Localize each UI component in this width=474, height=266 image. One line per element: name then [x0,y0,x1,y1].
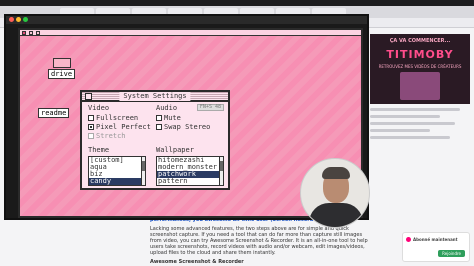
theme-scrollbar[interactable] [141,157,145,185]
checkbox-box [156,115,162,121]
zoom-icon[interactable] [23,17,28,22]
chat-line [370,108,460,111]
checkbox-label: Mute [164,114,181,122]
avatar [406,237,411,242]
chat-line [370,136,450,139]
shortcut-badge: FN+S 48 [196,104,224,111]
wallpaper-section-heading: Wallpaper [156,146,194,154]
checkbox-label: Fullscreen [96,114,139,122]
wallpaper-option[interactable]: pattern [157,178,223,185]
checkbox-label: Pixel Perfect [96,123,151,131]
stretch-checkbox[interactable]: Stretch [88,132,126,140]
fullscreen-checkbox[interactable]: Fullscreen [88,114,138,122]
desktop-menubar [20,30,361,36]
desktop-menu-icon[interactable] [22,31,26,35]
webcam-overlay [300,158,370,228]
toast-title: Abonné maintenant [413,237,458,242]
theme-option-selected[interactable]: candy [89,178,145,185]
banner-subtitle: RETROUVEZ MES VIDÉOS DE CRÉATEURS [378,64,462,69]
wallpaper-scrollbar[interactable] [219,157,223,185]
theme-listbox[interactable]: [custom] aqua biz candy [88,156,146,186]
close-icon[interactable] [9,17,14,22]
emulator-titlebar [6,16,367,24]
webcam-person-hair [322,167,350,179]
desktop-icon-label: drive [48,69,76,79]
article-video-title: Awesome Screenshot & Recorder [150,259,244,265]
scrollbar-thumb[interactable] [142,161,145,171]
wallpaper-listbox[interactable]: hitomezashi modern_monster patchwork pat… [156,156,224,186]
mute-checkbox[interactable]: Mute [156,114,181,122]
chat-list [370,108,470,143]
swap-stereo-checkbox[interactable]: Swap Stereo [156,123,210,131]
checkbox-box [88,115,94,121]
desktop-menu-icon[interactable] [36,31,40,35]
minimize-icon[interactable] [16,17,21,22]
desktop-icon-label: readme [38,108,70,118]
system-settings-dialog: System Settings Video Fullscreen Pixel P… [80,90,230,190]
close-icon[interactable] [85,93,92,100]
chat-line [370,129,430,132]
notification-toast: Abonné maintenant Rejoindre [402,232,470,262]
checkbox-box [88,133,94,139]
dialog-title: System Settings [119,92,191,101]
pixel-perfect-checkbox[interactable]: Pixel Perfect [88,123,151,131]
scrollbar-thumb[interactable] [220,161,223,171]
audio-section-heading: Audio [156,104,178,112]
drive-icon [52,58,71,68]
checkbox-label: Stretch [96,132,126,140]
webcam-person-body [309,203,363,227]
banner-header: ÇA VA COMMENCER... [389,38,451,44]
desktop-icon-readme[interactable]: readme [38,108,70,118]
banner-image [400,72,440,100]
checkbox-box [156,124,162,130]
article-body: Lacking some advanced features, the two … [150,226,368,256]
dialog-titlebar[interactable]: System Settings [82,92,228,102]
checkbox-label: Swap Stereo [164,123,211,131]
desktop-icon-drive[interactable]: drive [48,58,76,79]
chat-line [370,115,440,118]
screen: ÇA VA COMMENCER... TITIMOBY RETROUVEZ ME… [0,0,474,266]
join-button[interactable]: Rejoindre [438,250,465,257]
chat-line [370,122,455,125]
stream-overlay-banner: ÇA VA COMMENCER... TITIMOBY RETROUVEZ ME… [370,34,470,104]
desktop-menu-icon[interactable] [29,31,33,35]
theme-section-heading: Theme [88,146,110,154]
video-section-heading: Video [88,104,110,112]
checkbox-box [88,124,94,130]
banner-logo: TITIMOBY [386,48,454,61]
